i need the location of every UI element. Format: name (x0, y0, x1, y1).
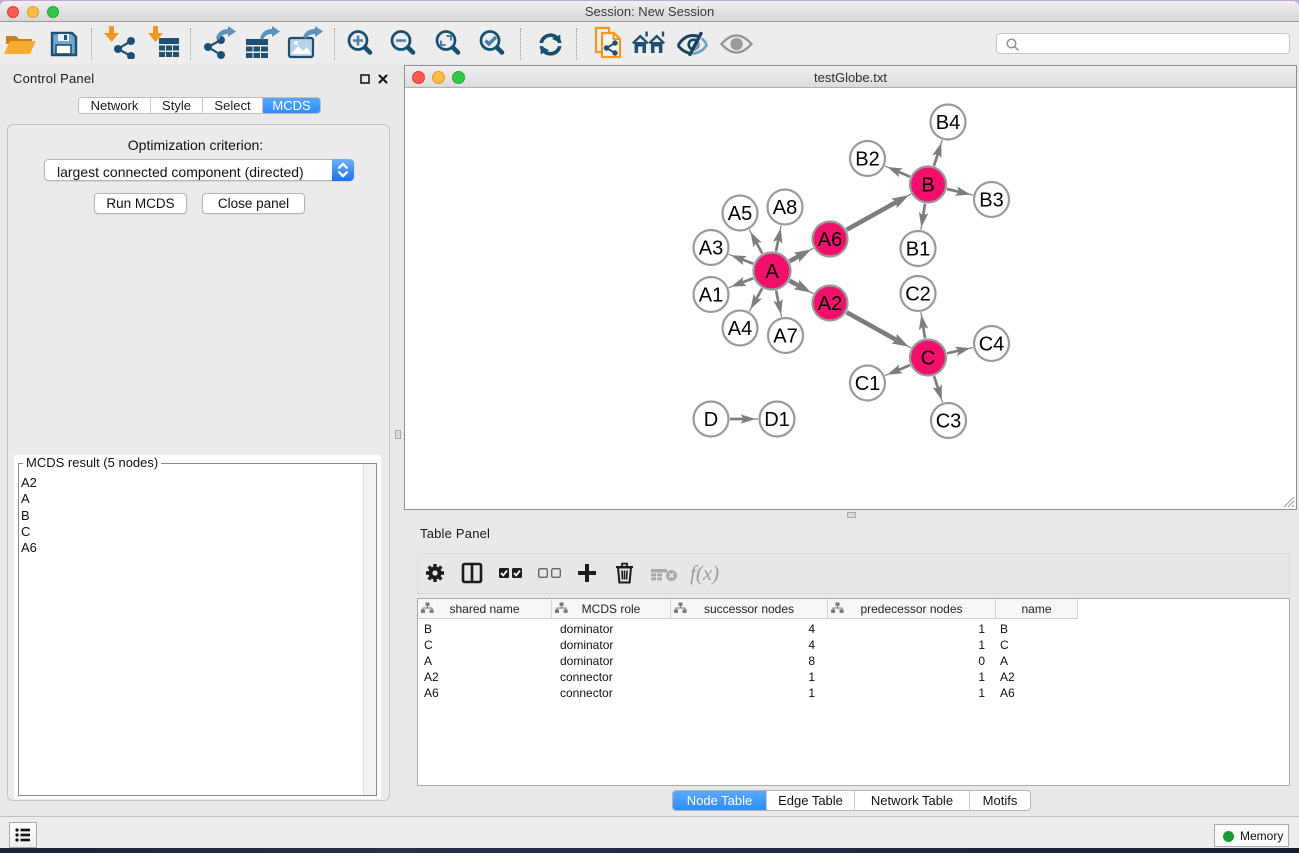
svg-text:C2: C2 (905, 284, 931, 306)
svg-text:C1: C1 (855, 373, 881, 395)
svg-text:B1: B1 (906, 239, 930, 261)
svg-text:A7: A7 (773, 326, 797, 348)
svg-text:C: C (921, 348, 935, 370)
svg-text:C4: C4 (979, 334, 1005, 356)
svg-text:B3: B3 (979, 190, 1003, 212)
svg-text:A8: A8 (773, 197, 797, 219)
svg-text:A4: A4 (728, 318, 752, 340)
svg-text:A: A (765, 261, 779, 283)
svg-text:C3: C3 (936, 411, 962, 433)
svg-text:A2: A2 (818, 293, 842, 315)
svg-text:A3: A3 (699, 238, 723, 260)
svg-text:A6: A6 (818, 229, 842, 251)
svg-text:A1: A1 (699, 285, 723, 307)
svg-text:D: D (704, 409, 718, 431)
svg-text:A5: A5 (728, 203, 752, 225)
svg-text:B2: B2 (855, 149, 879, 171)
svg-text:D1: D1 (764, 409, 790, 431)
svg-text:B4: B4 (936, 112, 960, 134)
svg-text:B: B (921, 175, 934, 197)
